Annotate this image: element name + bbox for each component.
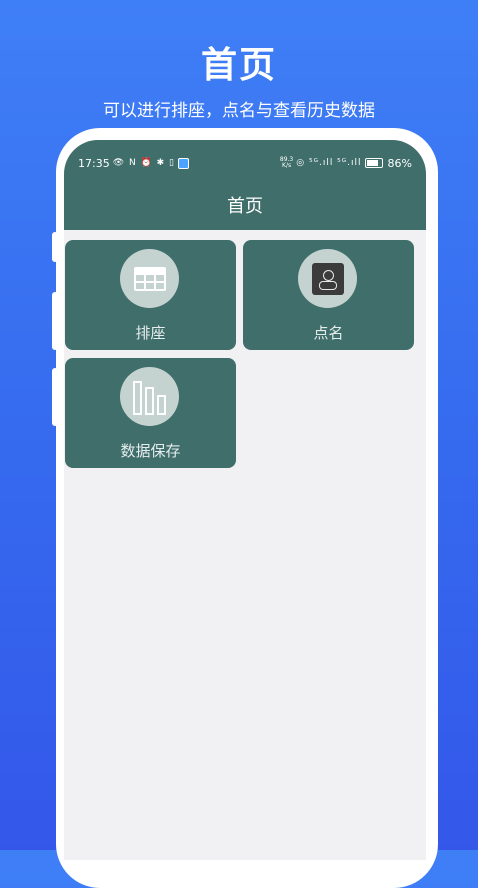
app-screen: 17:35 👁 N ⏰ ✱ ▯ 89.3 K/s ◎ ⁵ᴳ.ıll ⁵ᴳ.ıll… [64, 140, 426, 860]
network-speed: 89.3 K/s [280, 157, 293, 169]
battery-level: 86% [387, 156, 412, 170]
grid-icon [133, 266, 166, 291]
promo-title: 首页 [200, 45, 277, 86]
contact-card-icon [311, 262, 344, 295]
status-notification-icons: 👁 N ⏰ ✱ ▯ [112, 158, 176, 168]
bar-chart-icon [133, 379, 166, 415]
seating-label: 排座 [135, 324, 166, 342]
seating-icon-circle [120, 249, 179, 308]
data-save-label: 数据保存 [120, 442, 181, 460]
roll-call-tile[interactable]: 点名 [243, 240, 414, 350]
promo-subtitle: 可以进行排座，点名与查看历史数据 [103, 101, 375, 121]
data-save-icon-circle [120, 367, 179, 426]
status-time: 17:35 [78, 156, 110, 170]
status-bar: 17:35 👁 N ⏰ ✱ ▯ 89.3 K/s ◎ ⁵ᴳ.ıll ⁵ᴳ.ıll… [78, 155, 412, 171]
data-save-tile[interactable]: 数据保存 [65, 358, 236, 468]
page-title: 首页 [227, 196, 263, 217]
battery-icon [364, 158, 383, 168]
seating-tile[interactable]: 排座 [65, 240, 236, 350]
roll-call-label: 点名 [313, 324, 344, 342]
signal-icons: ◎ ⁵ᴳ.ıll ⁵ᴳ.ıll [296, 158, 362, 168]
roll-call-icon-circle [298, 249, 357, 308]
app-notification-icon [178, 157, 190, 169]
app-bar: 17:35 👁 N ⏰ ✱ ▯ 89.3 K/s ◎ ⁵ᴳ.ıll ⁵ᴳ.ıll… [64, 140, 426, 230]
network-speed-unit: K/s [282, 162, 292, 169]
